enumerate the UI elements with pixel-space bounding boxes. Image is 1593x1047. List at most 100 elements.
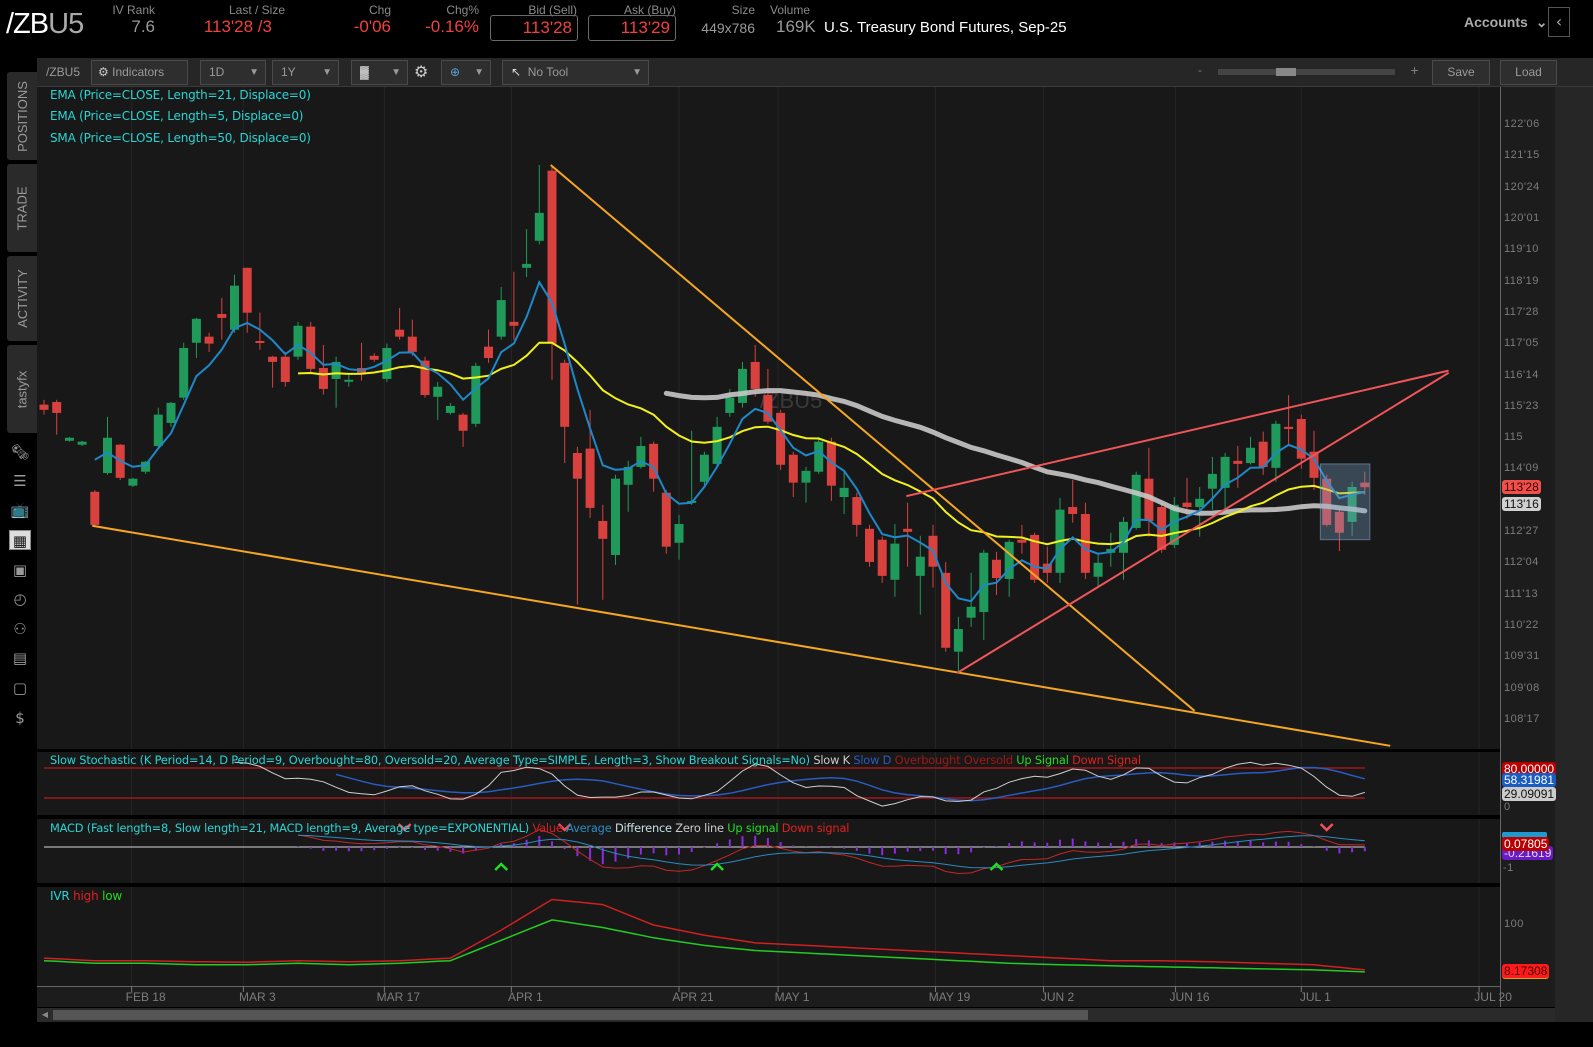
legend-high: high xyxy=(73,889,99,903)
legend-up-signal: Up Signal xyxy=(1016,753,1069,767)
legend-down-signal: Down Signal xyxy=(1072,753,1141,767)
price-axis-label: 120'24 xyxy=(1504,180,1540,193)
candle-up xyxy=(979,552,989,613)
price-axis-label: 110'22 xyxy=(1504,619,1539,632)
time-axis-label: MAR 17 xyxy=(376,990,421,1004)
up-signal-arrow xyxy=(494,862,509,871)
candle-up xyxy=(382,347,392,379)
time-axis-label: APR 1 xyxy=(508,990,543,1004)
candle-down xyxy=(268,356,278,362)
ivr-legend[interactable]: IVR high low xyxy=(50,889,122,903)
candle-down xyxy=(572,452,582,479)
candle-down xyxy=(407,336,417,352)
candle-down xyxy=(280,356,290,382)
time-axis-label: JUL 1 xyxy=(1299,990,1331,1004)
down-signal-arrow xyxy=(1319,823,1334,832)
candle-up xyxy=(166,402,176,423)
price-axis-label: 120'01 xyxy=(1504,211,1540,224)
price-axis-label: 118'19 xyxy=(1504,274,1539,287)
candle-down xyxy=(255,341,265,344)
candle-down xyxy=(458,414,468,431)
macd-value-line xyxy=(297,828,1365,875)
price-axis-label: 112'04 xyxy=(1504,556,1539,569)
candle-down xyxy=(318,368,328,389)
candle-down xyxy=(750,361,760,389)
candle-down xyxy=(306,326,316,369)
candle-down xyxy=(560,362,570,427)
candle-down xyxy=(776,412,786,465)
candle-up xyxy=(128,478,138,486)
candle-down xyxy=(1233,460,1243,464)
candle-up xyxy=(64,437,74,441)
macd-legend[interactable]: MACD (Fast length=8, Slow length=21, MAC… xyxy=(50,821,849,835)
stochastic-legend[interactable]: Slow Stochastic (K Period=14, D Period=9… xyxy=(50,753,1141,767)
chart-canvas xyxy=(39,87,1480,992)
candle-down xyxy=(852,497,862,525)
candle-down xyxy=(877,539,887,576)
stochastic-params: Slow Stochastic (K Period=14, D Period=9… xyxy=(50,753,810,767)
macd-minus-one-label: -1 xyxy=(1503,862,1514,874)
legend-down-signal: Down signal xyxy=(781,821,850,835)
macd-params: MACD (Fast length=8, Slow length=21, MAC… xyxy=(50,821,530,835)
candle-up xyxy=(471,365,481,424)
candle-up xyxy=(966,606,976,618)
price-axis-label: 111'13 xyxy=(1504,587,1539,600)
time-axis-label: JUL 20 xyxy=(1474,990,1512,1004)
candle-up xyxy=(230,285,239,330)
price-axis-label: 115'23 xyxy=(1504,399,1539,412)
legend-difference: Difference xyxy=(614,821,672,835)
time-axis-label: JUN 2 xyxy=(1040,990,1075,1004)
macd-average-line xyxy=(297,834,1365,869)
candle-up xyxy=(1093,562,1103,577)
slow-k-readout: 29.09091 xyxy=(1502,787,1557,801)
slow-k-line xyxy=(234,761,1365,807)
study-legend-ema21[interactable]: EMA (Price=CLOSE, Length=21, Displace=0) xyxy=(50,88,311,102)
candle-up xyxy=(712,426,722,464)
candle-down xyxy=(1068,507,1078,514)
candle-down xyxy=(903,528,913,532)
ivr-high-line xyxy=(43,898,1365,971)
candle-down xyxy=(661,492,671,547)
candle-up xyxy=(496,300,506,337)
price-axis-label: 122'06 xyxy=(1504,118,1540,130)
slow-d-readout: 58.31981 xyxy=(1502,773,1557,787)
legend-value: Value xyxy=(532,821,563,835)
candle-up xyxy=(1195,498,1205,508)
study-legend-sma50[interactable]: SMA (Price=CLOSE, Length=50, Displace=0) xyxy=(50,131,311,145)
candle-down xyxy=(509,321,519,326)
candle-up xyxy=(953,629,963,652)
candle-down xyxy=(1182,502,1192,508)
legend-slow-d: Slow D xyxy=(853,753,892,767)
red-trendline xyxy=(956,371,1450,674)
legend-oversold: Oversold xyxy=(963,753,1013,767)
price-axis-label: 117'28 xyxy=(1504,305,1539,318)
candle-down xyxy=(598,520,608,539)
ivr-readout: 8.17308 xyxy=(1502,964,1550,979)
candle-down xyxy=(585,448,595,508)
price-axis-label: 114'09 xyxy=(1504,462,1539,475)
candle-down xyxy=(1284,426,1294,430)
price-axis-label: 119'10 xyxy=(1504,243,1539,256)
price-plot xyxy=(39,164,1450,747)
candle-down xyxy=(484,346,493,359)
ivr-plot xyxy=(43,898,1365,973)
candle-up xyxy=(344,379,354,382)
candle-up xyxy=(534,212,544,241)
candle-up xyxy=(141,461,151,472)
candle-up xyxy=(699,454,709,482)
study-legend-ema5[interactable]: EMA (Price=CLOSE, Length=5, Displace=0) xyxy=(50,109,303,123)
candle-up xyxy=(77,441,87,445)
candle-down xyxy=(865,528,874,562)
price-axis-label: 116'14 xyxy=(1504,368,1539,381)
candle-up xyxy=(1246,447,1255,464)
macd-value-readout: 0.07805 xyxy=(1502,837,1550,851)
sma-price-tag: 113'16 xyxy=(1502,496,1541,511)
candle-up xyxy=(293,325,303,357)
grid-lines xyxy=(131,87,1480,992)
candle-up xyxy=(522,263,532,268)
candle-up xyxy=(611,478,620,555)
candle-up xyxy=(179,347,189,398)
candle-down xyxy=(204,336,214,344)
candle-up xyxy=(801,470,811,483)
ivr-axis-label: 100 xyxy=(1504,918,1524,930)
